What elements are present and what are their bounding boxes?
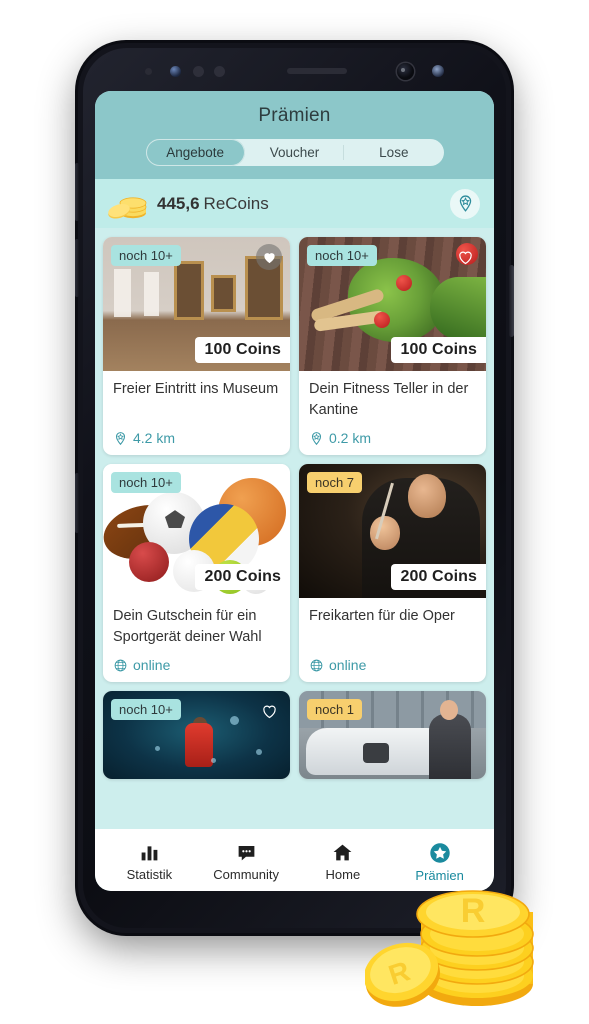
favorite-button[interactable] <box>452 244 478 270</box>
bottom-navigation: Statistik Community Home Prämien <box>95 829 494 891</box>
reward-card[interactable]: noch 1 <box>299 691 486 780</box>
chat-bubble-icon <box>238 846 254 861</box>
availability-badge: noch 10+ <box>111 699 181 721</box>
rewards-grid: noch 10+ 100 Coins Freier Eintritt ins M… <box>95 228 494 852</box>
card-image: noch 10+ 100 Coins <box>299 237 486 371</box>
card-meta-label: 0.2 km <box>329 430 372 447</box>
nav-item-home[interactable]: Home <box>297 842 389 882</box>
coin-stack-icon <box>107 189 147 219</box>
balance-amount: 445,6 <box>157 193 200 213</box>
home-icon <box>333 844 352 861</box>
reward-card[interactable]: noch 10+ 200 Coins Dein Gutschein für ei… <box>103 464 290 683</box>
favorite-button[interactable] <box>256 698 282 724</box>
price-badge: 200 Coins <box>390 564 486 591</box>
volume-down-button[interactable] <box>75 239 79 297</box>
card-title: Freikarten für die Oper <box>309 608 455 625</box>
card-body: Freikarten für die Oper <box>299 598 486 647</box>
reward-card[interactable]: noch 10+ 100 Coins Freier Eintritt ins M… <box>103 237 290 456</box>
screenshot-stage: Prämien Angebote Voucher Lose 445,6 ReCo… <box>0 0 589 1024</box>
card-meta: online <box>103 647 290 682</box>
card-body: Freier Eintritt ins Museum <box>103 371 290 420</box>
reward-card[interactable]: noch 10+ <box>103 691 290 780</box>
map-pin-star-icon <box>115 431 126 445</box>
balance-bar: 445,6 ReCoins <box>95 179 494 228</box>
availability-badge: noch 10+ <box>111 245 181 266</box>
card-image: noch 10+ 100 Coins <box>103 237 290 371</box>
map-pin-star-icon <box>311 431 322 445</box>
nav-label: Community <box>213 867 279 882</box>
card-image: noch 7 200 Coins <box>299 464 486 599</box>
price-badge: 100 Coins <box>390 337 486 363</box>
phone-screen: Prämien Angebote Voucher Lose 445,6 ReCo… <box>95 91 494 891</box>
map-pin-star-icon <box>459 195 471 212</box>
globe-icon <box>114 659 127 672</box>
bar-chart-icon <box>141 846 158 861</box>
page-title: Prämien <box>258 105 331 126</box>
availability-badge: noch 10+ <box>307 245 377 266</box>
balance-text: 445,6 ReCoins <box>157 194 269 214</box>
heart-filled-icon <box>263 252 275 263</box>
nav-label: Prämien <box>415 867 464 883</box>
card-meta: online <box>299 647 486 682</box>
heart-outline-icon <box>458 251 472 264</box>
nav-label: Home <box>325 867 361 882</box>
card-body: Dein Fitness Teller in der Kantine <box>299 371 486 420</box>
availability-badge: noch 1 <box>307 699 363 721</box>
card-meta-label: 4.2 km <box>133 430 176 447</box>
reward-card[interactable]: noch 10+ 100 Coins Dein Fitness Teller i… <box>299 237 486 456</box>
tab-angebote[interactable]: Angebote <box>145 139 245 166</box>
card-meta-label: online <box>133 657 171 674</box>
price-badge: 100 Coins <box>194 337 290 363</box>
card-meta: 0.2 km <box>299 420 486 455</box>
card-meta-label: online <box>329 657 367 674</box>
volume-up-button[interactable] <box>75 163 79 221</box>
assistant-button[interactable] <box>75 473 79 533</box>
availability-badge: noch 7 <box>307 472 363 494</box>
nav-item-praemien[interactable]: Prämien <box>394 842 486 883</box>
nav-item-community[interactable]: Community <box>200 842 292 882</box>
availability-badge: noch 10+ <box>111 472 181 494</box>
card-image: noch 10+ <box>103 691 290 780</box>
balance-currency: ReCoins <box>203 193 269 213</box>
price-badge: 200 Coins <box>194 564 290 591</box>
tab-voucher[interactable]: Voucher <box>245 139 344 166</box>
card-title: Freier Eintritt ins Museum <box>113 381 279 397</box>
globe-icon <box>310 659 323 672</box>
card-image: noch 10+ 200 Coins <box>103 464 290 599</box>
app-header: Prämien Angebote Voucher Lose <box>95 91 494 179</box>
power-button[interactable] <box>509 265 514 337</box>
card-body: Dein Gutschein für ein Sportgerät deiner… <box>103 598 290 647</box>
star-circle-icon <box>429 842 450 863</box>
nav-item-statistik[interactable]: Statistik <box>103 842 195 882</box>
favorite-button[interactable] <box>256 244 282 270</box>
card-title: Dein Fitness Teller in der Kantine <box>309 381 469 418</box>
tab-lose[interactable]: Lose <box>344 139 443 166</box>
reward-card[interactable]: noch 7 200 Coins Freikarten für die Oper… <box>299 464 486 683</box>
card-title: Dein Gutschein für ein Sportgerät deiner… <box>113 608 262 645</box>
heart-outline-icon <box>262 705 276 719</box>
nav-label: Statistik <box>126 867 173 882</box>
phone-device-frame: Prämien Angebote Voucher Lose 445,6 ReCo… <box>75 43 514 933</box>
card-image: noch 1 <box>299 691 486 780</box>
card-meta: 4.2 km <box>103 420 290 455</box>
map-view-button[interactable] <box>450 188 480 219</box>
tab-segmented-control[interactable]: Angebote Voucher Lose <box>145 139 444 166</box>
svg-text:R: R <box>385 955 414 991</box>
